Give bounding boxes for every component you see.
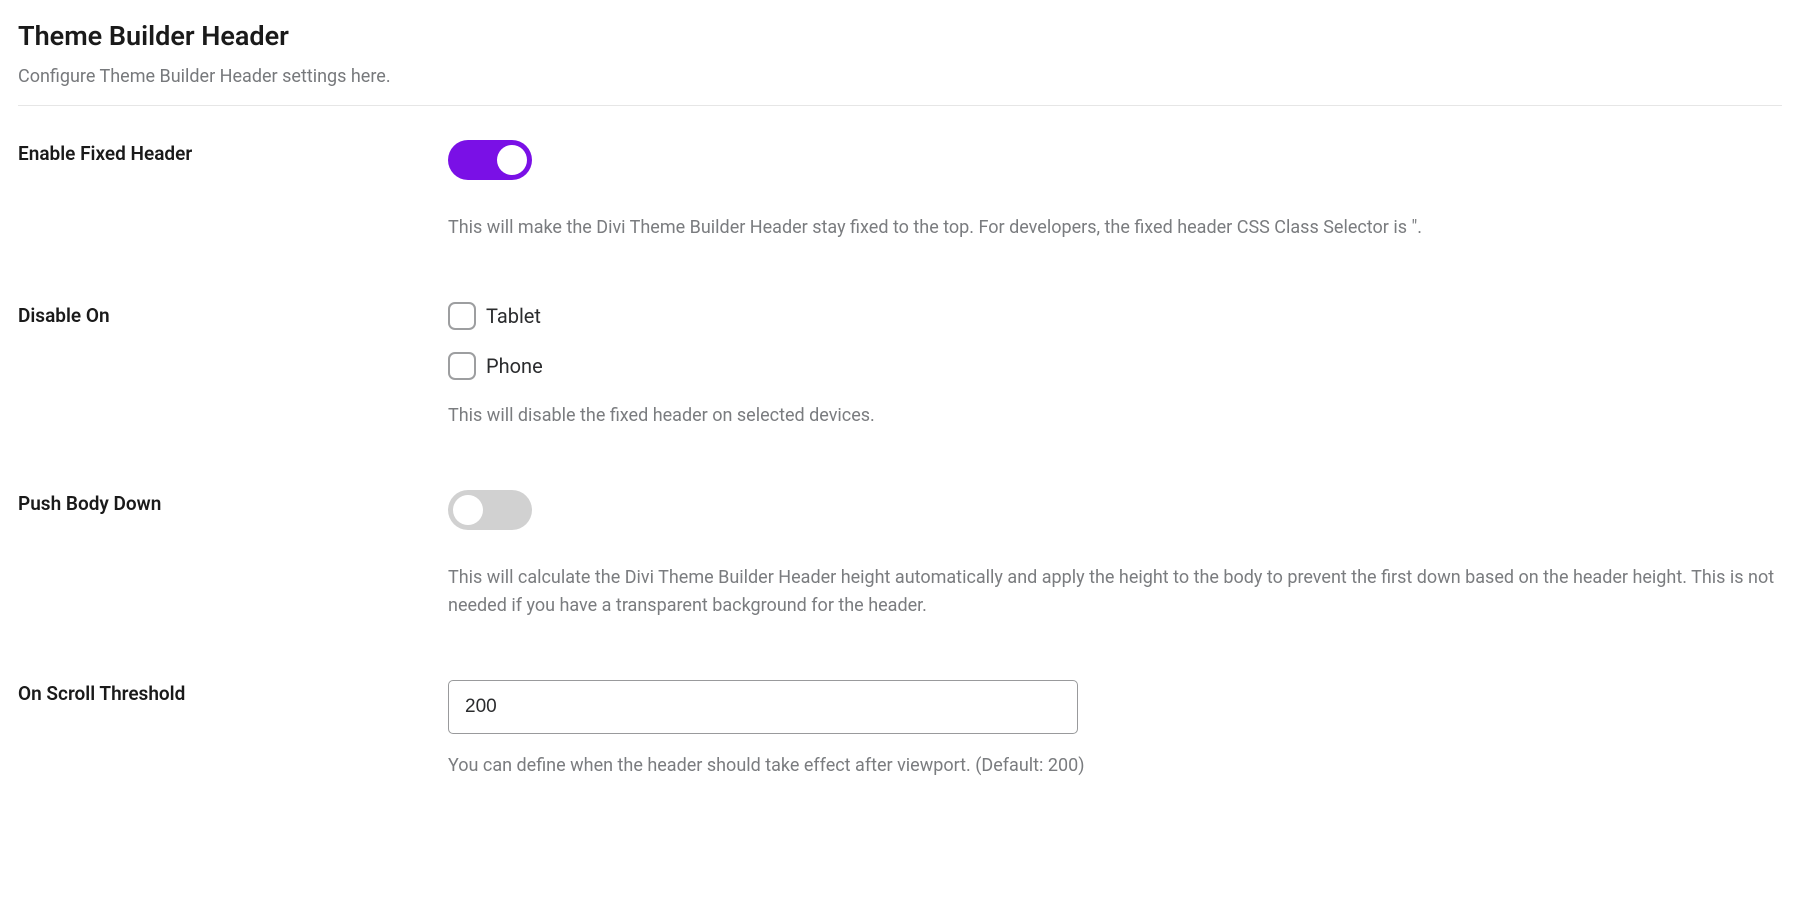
setting-control-on-scroll-threshold: You can define when the header should ta… [448, 680, 1782, 780]
toggle-enable-fixed-header[interactable] [448, 140, 532, 180]
checkbox-row-tablet: Tablet [448, 302, 1782, 330]
checkbox-phone[interactable] [448, 352, 476, 380]
checkbox-label-phone: Phone [486, 354, 543, 378]
setting-row-enable-fixed-header: Enable Fixed Header This will make the D… [18, 140, 1782, 242]
setting-control-push-body-down: This will calculate the Divi Theme Build… [448, 490, 1782, 620]
setting-row-disable-on: Disable On Tablet Phone This will disabl… [18, 302, 1782, 430]
page-title: Theme Builder Header [18, 20, 1782, 52]
description-disable-on: This will disable the fixed header on se… [448, 402, 1782, 430]
setting-label-disable-on: Disable On [18, 302, 448, 327]
setting-label-on-scroll-threshold: On Scroll Threshold [18, 680, 448, 705]
setting-control-disable-on: Tablet Phone This will disable the fixed… [448, 302, 1782, 430]
header-divider [18, 105, 1782, 106]
checkbox-row-phone: Phone [448, 352, 1782, 380]
description-on-scroll-threshold: You can define when the header should ta… [448, 752, 1782, 780]
setting-label-enable-fixed-header: Enable Fixed Header [18, 140, 448, 165]
toggle-knob [497, 145, 527, 175]
setting-label-push-body-down: Push Body Down [18, 490, 448, 515]
description-enable-fixed-header: This will make the Divi Theme Builder He… [448, 214, 1782, 242]
toggle-knob [453, 495, 483, 525]
description-push-body-down: This will calculate the Divi Theme Build… [448, 564, 1782, 620]
page-subtitle: Configure Theme Builder Header settings … [18, 66, 1782, 87]
input-on-scroll-threshold[interactable] [448, 680, 1078, 734]
setting-row-on-scroll-threshold: On Scroll Threshold You can define when … [18, 680, 1782, 780]
checkbox-tablet[interactable] [448, 302, 476, 330]
setting-row-push-body-down: Push Body Down This will calculate the D… [18, 490, 1782, 620]
toggle-push-body-down[interactable] [448, 490, 532, 530]
checkbox-label-tablet: Tablet [486, 304, 541, 328]
setting-control-enable-fixed-header: This will make the Divi Theme Builder He… [448, 140, 1782, 242]
